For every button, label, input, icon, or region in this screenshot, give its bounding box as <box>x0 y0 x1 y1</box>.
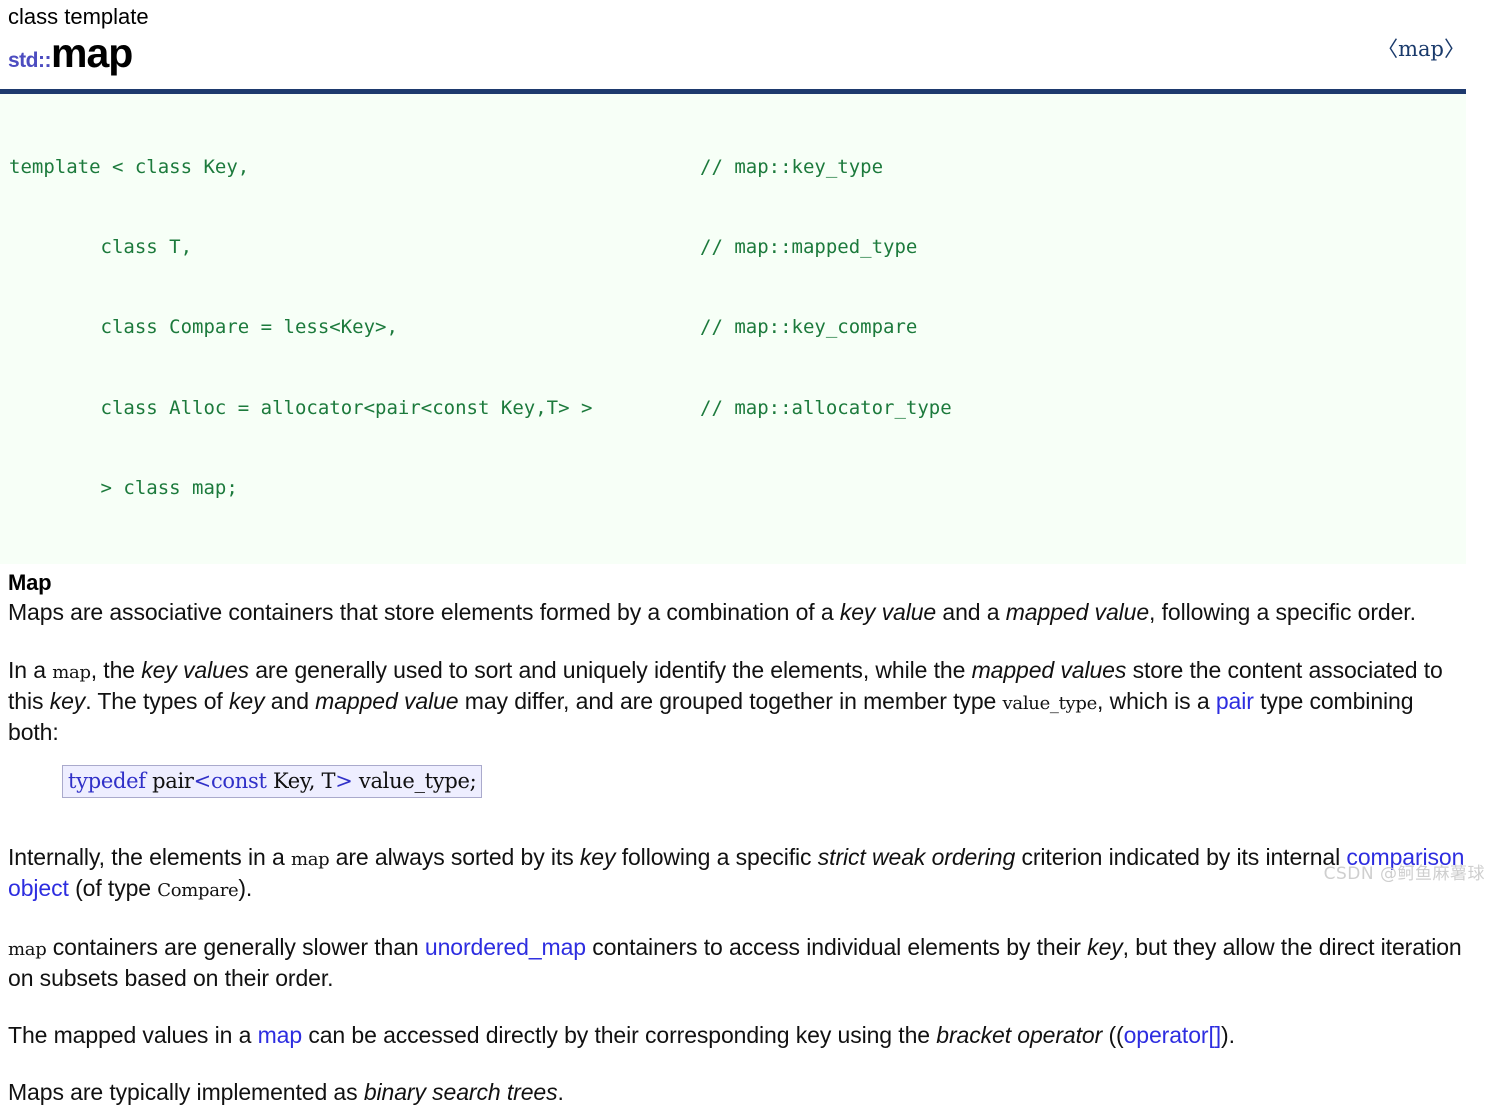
emphasis-key-value: key value <box>839 598 937 625</box>
type-value-type: value_type; <box>358 768 477 793</box>
emphasis-bracket-operator: bracket operator <box>936 1021 1103 1048</box>
page-title: std::map <box>8 33 1499 83</box>
text: . <box>557 1078 564 1105</box>
keyword-const: const <box>210 768 267 793</box>
typedef-code-box: typedef pair<const Key, T> value_type; <box>62 764 483 798</box>
signature-line: class Compare = less<Key>, // map::key_c… <box>0 314 1466 341</box>
signature-comment: // map::allocator_type <box>700 396 952 419</box>
include-header-label: 〈map〉 <box>1377 37 1465 61</box>
emphasis-binary-search-trees: binary search trees <box>363 1078 558 1105</box>
signature-line: > class map; <box>0 475 1466 502</box>
emphasis-key: key <box>579 843 616 870</box>
inline-code-map: map <box>290 848 330 870</box>
signature-code: class Alloc = allocator<pair<const Key,T… <box>9 396 593 419</box>
signature-comment: // map::key_type <box>700 155 884 178</box>
keyword-typedef: typedef <box>68 768 146 793</box>
inline-code-compare: Compare <box>157 879 239 901</box>
signature-line: class Alloc = allocator<pair<const Key,T… <box>0 395 1466 422</box>
paragraph-6: Maps are typically implemented as binary… <box>8 1078 1470 1107</box>
text: containers are generally slower than <box>46 933 425 960</box>
signature-code: template < class Key, <box>9 155 250 178</box>
angle-open: < <box>193 768 212 793</box>
text: can be accessed directly by their corres… <box>302 1021 937 1048</box>
emphasis-key: key <box>49 687 86 714</box>
emphasis-key: key <box>229 687 265 714</box>
signature-comment: // map::key_compare <box>700 316 918 339</box>
signature-code: > class map; <box>9 477 238 500</box>
page-header: class template std::map 〈map〉 <box>0 0 1499 83</box>
text: and a <box>936 598 1006 625</box>
emphasis-key-values: key values <box>141 656 249 683</box>
inline-code-map: map <box>8 938 47 960</box>
emphasis-strict-weak-ordering: strict weak ordering <box>817 843 1016 870</box>
text: (of type <box>68 874 158 901</box>
signature-line: class T, // map::mapped_type <box>0 234 1466 261</box>
page-root: class template std::map 〈map〉 template <… <box>0 0 1499 1105</box>
type-key: Key, <box>272 768 316 793</box>
text: are generally used to sort and uniquely … <box>248 656 972 683</box>
text: (( <box>1102 1021 1124 1048</box>
emphasis-mapped-value: mapped value <box>1005 598 1150 625</box>
emphasis-key: key <box>1087 933 1123 960</box>
link-map[interactable]: map <box>258 1022 303 1048</box>
class-name: map <box>51 30 133 76</box>
angle-close: > <box>335 768 353 793</box>
text: containers to access individual elements… <box>586 933 1088 960</box>
signature-comment: // map::mapped_type <box>700 235 918 258</box>
csdn-watermark: CSDN @鲄鱼麻薯球 <box>1323 864 1485 884</box>
text: Internally, the elements in a <box>8 843 291 870</box>
type-t: T <box>321 768 336 793</box>
link-pair[interactable]: pair <box>1216 688 1254 714</box>
section-title-map: Map <box>8 569 52 595</box>
text: criterion indicated by its internal <box>1015 843 1347 870</box>
signature-line: template < class Key, // map::key_type <box>0 154 1466 181</box>
signature-code: class Compare = less<Key>, <box>9 316 398 339</box>
signature-code: class T, <box>9 235 193 258</box>
text: ). <box>1221 1021 1235 1048</box>
typedef-example-wrapper: typedef pair<const Key, T> value_type; <box>62 764 1499 798</box>
text: and <box>264 687 316 714</box>
paragraph-3: Internally, the elements in a map are al… <box>8 843 1470 905</box>
paragraph-2: In a map, the key values are generally u… <box>8 656 1470 747</box>
inline-code-map: map <box>52 661 91 683</box>
text: In a <box>8 656 53 683</box>
paragraph-4: map containers are generally slower than… <box>8 933 1470 993</box>
paragraph-1: Maps are associative containers that sto… <box>8 598 1470 627</box>
text: following a specific <box>615 843 818 870</box>
page-kind-label: class template <box>8 4 149 29</box>
namespace-prefix: std:: <box>8 49 52 72</box>
type-pair: pair <box>152 768 194 793</box>
emphasis-mapped-values: mapped values <box>971 656 1127 683</box>
text: ). <box>238 874 253 901</box>
text: , which is a <box>1097 687 1216 714</box>
text: . The types of <box>85 687 230 714</box>
text: Maps are associative containers that sto… <box>8 598 840 625</box>
link-unordered-map[interactable]: unordered_map <box>425 934 586 960</box>
text: , the <box>90 656 142 683</box>
paragraph-5: The mapped values in a map can be access… <box>8 1021 1470 1050</box>
link-operator-brackets[interactable]: operator[] <box>1124 1022 1222 1048</box>
inline-code-value-type: value_type <box>1002 692 1098 714</box>
text: Maps are typically implemented as <box>8 1078 364 1105</box>
template-signature-block: template < class Key, // map::key_type c… <box>0 94 1466 564</box>
text: are always sorted by its <box>329 843 580 870</box>
text: may differ, and are grouped together in … <box>458 687 1003 714</box>
text: , following a specific order. <box>1149 598 1416 625</box>
text: The mapped values in a <box>8 1021 258 1048</box>
emphasis-mapped-value: mapped value <box>315 687 459 714</box>
